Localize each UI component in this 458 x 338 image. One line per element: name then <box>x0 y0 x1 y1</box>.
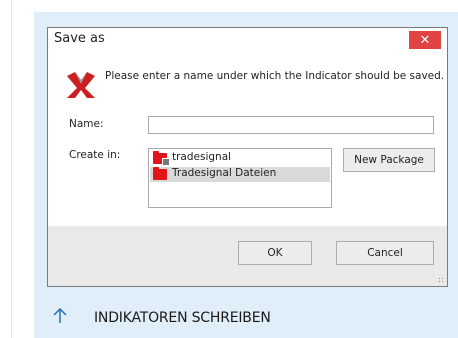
tree-item-tradesignal-dateien[interactable]: Tradesignal Dateien <box>150 167 330 182</box>
dialog-footer: OK Cancel <box>48 226 447 286</box>
folder-icon <box>153 167 167 180</box>
new-package-button[interactable]: New Package <box>343 148 435 172</box>
back-link-label: INDIKATOREN SCHREIBEN <box>94 310 271 326</box>
arrow-up-icon <box>53 308 67 323</box>
ok-button[interactable]: OK <box>238 241 312 265</box>
locked-folder-icon <box>153 151 170 166</box>
cancel-button[interactable]: Cancel <box>336 241 434 265</box>
page-left-border <box>11 0 12 338</box>
back-to-top-link[interactable]: INDIKATOREN SCHREIBEN <box>34 300 458 332</box>
create-in-label: Create in: <box>69 149 121 161</box>
dialog-message: Please enter a name under which the Indi… <box>105 70 445 82</box>
resize-grip-icon[interactable] <box>438 277 444 283</box>
tree-item-tradesignal[interactable]: tradesignal <box>150 151 330 166</box>
tradesignal-logo-icon <box>67 72 95 98</box>
save-as-dialog: Save as ✕ Please enter a name under whic… <box>47 27 448 287</box>
name-label: Name: <box>69 118 104 130</box>
tree-item-label: tradesignal <box>172 151 232 163</box>
dialog-title: Save as <box>54 31 105 46</box>
tree-item-label: Tradesignal Dateien <box>172 167 277 179</box>
folder-tree[interactable]: tradesignal Tradesignal Dateien <box>148 148 332 208</box>
dialog-titlebar: Save as ✕ <box>48 28 447 52</box>
close-icon: ✕ <box>419 32 431 48</box>
name-input[interactable] <box>148 116 434 134</box>
close-button[interactable]: ✕ <box>409 31 441 49</box>
